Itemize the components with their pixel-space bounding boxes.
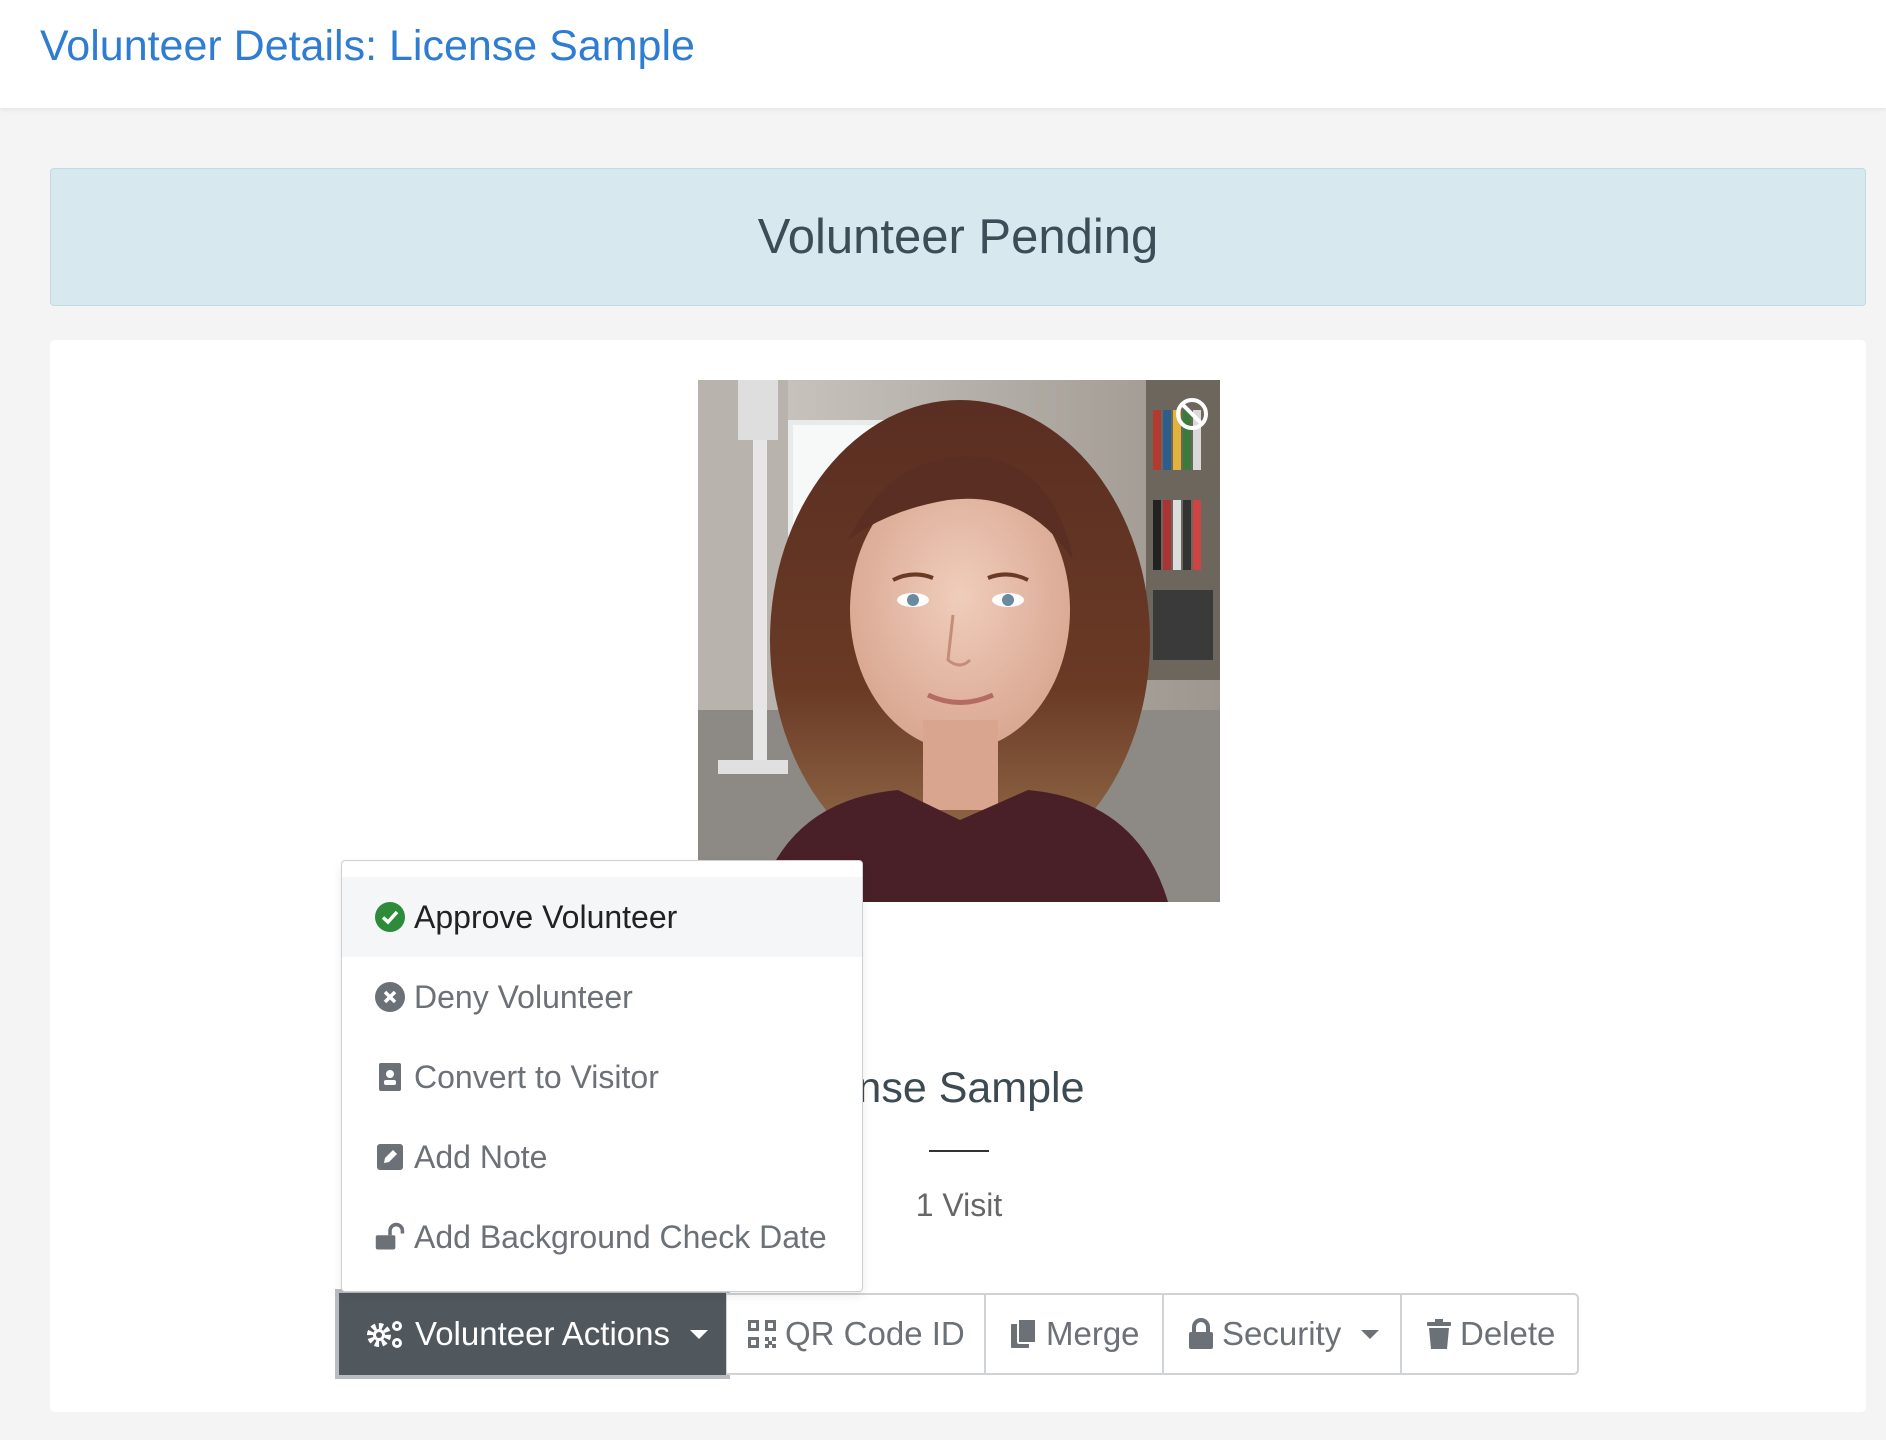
menu-item-approve-volunteer[interactable]: Approve Volunteer	[342, 877, 862, 957]
menu-item-convert-to-visitor[interactable]: Convert to Visitor	[342, 1037, 862, 1117]
qr-code-icon	[747, 1319, 777, 1349]
edit-icon	[374, 1141, 406, 1173]
menu-item-label: Deny Volunteer	[414, 978, 633, 1015]
menu-item-label: Add Background Check Date	[414, 1218, 827, 1255]
no-photo-icon[interactable]	[1174, 396, 1210, 432]
top-bar: Volunteer Details: License Sample	[0, 0, 1886, 108]
volunteer-actions-menu: Approve Volunteer Deny Volunteer Convert…	[341, 860, 863, 1292]
status-banner: Volunteer Pending	[50, 168, 1866, 306]
menu-item-label: Convert to Visitor	[414, 1058, 659, 1095]
status-text: Volunteer Pending	[757, 210, 1159, 264]
security-button[interactable]: Security	[1163, 1293, 1401, 1375]
menu-item-deny-volunteer[interactable]: Deny Volunteer	[342, 957, 862, 1037]
trash-icon	[1426, 1318, 1452, 1350]
copy-icon	[1010, 1318, 1038, 1350]
action-toolbar: Volunteer Actions QR Code ID Merge Secur…	[339, 1293, 1579, 1375]
delete-button[interactable]: Delete	[1401, 1293, 1579, 1375]
security-label: Security	[1222, 1315, 1342, 1352]
menu-item-add-note[interactable]: Add Note	[342, 1117, 862, 1197]
gears-icon	[365, 1317, 407, 1351]
volunteer-actions-button[interactable]: Volunteer Actions	[339, 1293, 726, 1375]
page-title: Volunteer Details: License Sample	[40, 22, 695, 70]
qr-code-id-button[interactable]: QR Code ID	[726, 1293, 985, 1375]
x-circle-icon	[374, 981, 406, 1013]
merge-label: Merge	[1046, 1315, 1140, 1352]
name-divider	[929, 1150, 989, 1152]
qr-code-label: QR Code ID	[785, 1315, 965, 1352]
menu-item-label: Add Note	[414, 1138, 548, 1175]
menu-item-add-background-check-date[interactable]: Add Background Check Date	[342, 1197, 862, 1277]
volunteer-actions-label: Volunteer Actions	[415, 1315, 671, 1352]
merge-button[interactable]: Merge	[985, 1293, 1163, 1375]
chevron-down-icon	[690, 1329, 709, 1339]
menu-item-label: Approve Volunteer	[414, 898, 678, 935]
delete-label: Delete	[1460, 1315, 1556, 1352]
unlock-icon	[374, 1221, 406, 1253]
id-badge-icon	[374, 1061, 406, 1093]
chevron-down-icon	[1361, 1329, 1380, 1339]
lock-icon	[1188, 1318, 1214, 1350]
check-circle-icon	[374, 901, 406, 933]
volunteer-photo	[698, 380, 1220, 902]
